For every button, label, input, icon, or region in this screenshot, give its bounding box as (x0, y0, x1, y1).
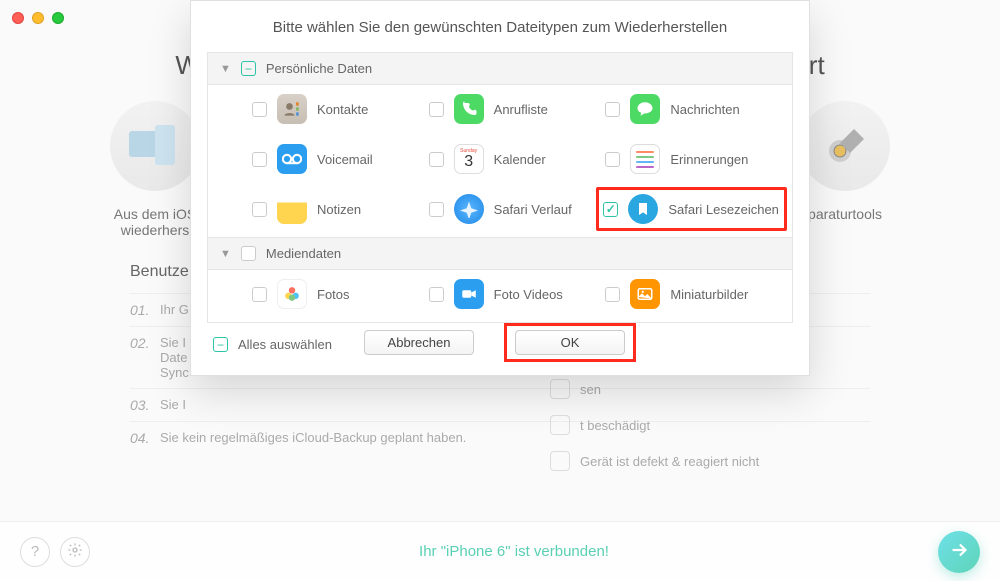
checkbox-nachrichten[interactable] (605, 102, 620, 117)
item-fotos[interactable]: Fotos (250, 276, 427, 312)
checkbox-fotos[interactable] (252, 287, 267, 302)
item-foto-videos[interactable]: Foto Videos (427, 276, 604, 312)
item-nachrichten[interactable]: Nachrichten (603, 91, 780, 127)
ok-highlight: OK (504, 323, 636, 362)
item-label: Voicemail (317, 152, 373, 167)
item-label: Safari Verlauf (494, 202, 572, 217)
chevron-down-icon: ▼ (220, 248, 231, 260)
photos-icon (277, 279, 307, 309)
contacts-icon (277, 94, 307, 124)
checkbox-foto-videos[interactable] (429, 287, 444, 302)
checkbox-miniaturbilder[interactable] (605, 287, 620, 302)
footer: ? Ihr "iPhone 6" ist verbunden! (0, 521, 1000, 581)
item-anrufliste[interactable]: Anrufliste (427, 91, 604, 127)
item-erinnerungen[interactable]: Erinnerungen (603, 141, 780, 177)
item-kontakte[interactable]: Kontakte (250, 91, 427, 127)
item-label: Erinnerungen (670, 152, 748, 167)
checkbox-erinnerungen[interactable] (605, 152, 620, 167)
item-notizen[interactable]: Notizen (250, 191, 427, 227)
item-label: Fotos (317, 287, 350, 302)
bookmark-icon (628, 194, 658, 224)
calendar-icon: Sunday 3 (454, 144, 484, 174)
checkbox-anrufliste[interactable] (429, 102, 444, 117)
item-label: Nachrichten (670, 102, 739, 117)
item-label: Kalender (494, 152, 546, 167)
select-all-label: Alles auswählen (238, 337, 332, 352)
item-label: Notizen (317, 202, 361, 217)
connection-status: Ihr "iPhone 6" ist verbunden! (90, 543, 938, 560)
checkbox-safari-lesezeichen[interactable] (603, 202, 618, 217)
mode-label: paraturtools (808, 206, 882, 222)
section-personal-label: Persönliche Daten (266, 61, 372, 76)
compass-icon (454, 194, 484, 224)
item-kalender[interactable]: Sunday 3 Kalender (427, 141, 604, 177)
ok-button[interactable]: OK (515, 330, 625, 355)
tools-icon (800, 101, 890, 191)
item-label: Foto Videos (494, 287, 563, 302)
settings-button[interactable] (60, 537, 90, 567)
filetype-panel: ▼ − Persönliche Daten Kontakte Anruflist… (207, 52, 793, 323)
personal-grid: Kontakte Anrufliste Nachrichten (208, 85, 792, 237)
dialog-title: Bitte wählen Sie den gewünschten Dateity… (207, 19, 793, 36)
section-media-checkbox[interactable] (241, 246, 256, 261)
section-personal-header[interactable]: ▼ − Persönliche Daten (208, 53, 792, 85)
media-grid: Fotos Foto Videos Miniaturbilder (208, 270, 792, 322)
reminders-icon (630, 144, 660, 174)
gear-icon (67, 542, 83, 562)
checkbox-voicemail[interactable] (252, 152, 267, 167)
item-safari-verlauf[interactable]: Safari Verlauf (427, 191, 604, 227)
filetype-dialog: Bitte wählen Sie den gewünschten Dateity… (190, 0, 810, 376)
checkbox-notizen[interactable] (252, 202, 267, 217)
checkbox-kalender[interactable] (429, 152, 444, 167)
chevron-down-icon: ▼ (220, 63, 231, 75)
item-label: Safari Lesezeichen (668, 202, 779, 217)
help-button[interactable]: ? (20, 537, 50, 567)
item-safari-lesezeichen[interactable]: Safari Lesezeichen (596, 187, 787, 231)
cancel-button[interactable]: Abbrechen (364, 330, 474, 355)
thumbnail-icon (630, 279, 660, 309)
next-button[interactable] (938, 531, 980, 573)
section-media-label: Mediendaten (266, 246, 341, 261)
device-icon (110, 101, 200, 191)
select-all-row[interactable]: − Alles auswählen (207, 323, 338, 352)
voicemail-icon (277, 144, 307, 174)
select-all-checkbox[interactable]: − (213, 337, 228, 352)
item-voicemail[interactable]: Voicemail (250, 141, 427, 177)
section-personal-checkbox[interactable]: − (241, 61, 256, 76)
item-label: Anrufliste (494, 102, 548, 117)
video-icon (454, 279, 484, 309)
section-media-header[interactable]: ▼ Mediendaten (208, 237, 792, 270)
item-label: Kontakte (317, 102, 368, 117)
item-label: Miniaturbilder (670, 287, 748, 302)
phone-icon (454, 94, 484, 124)
item-miniaturbilder[interactable]: Miniaturbilder (603, 276, 780, 312)
checkbox-safari-verlauf[interactable] (429, 202, 444, 217)
message-icon (630, 94, 660, 124)
checkbox-kontakte[interactable] (252, 102, 267, 117)
notes-icon (277, 194, 307, 224)
arrow-right-icon (948, 539, 970, 564)
